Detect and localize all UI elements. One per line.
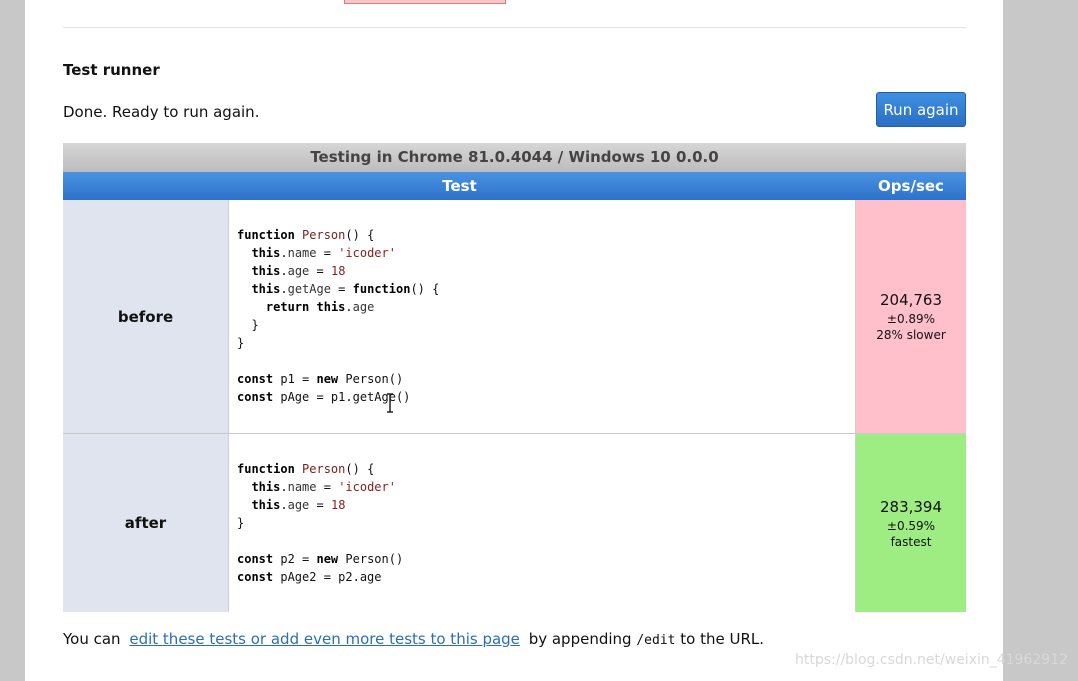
test-row-before: before function Person() { this.name = '…	[63, 200, 966, 433]
environment-header: Testing in Chrome 81.0.4044 / Windows 10…	[63, 143, 966, 172]
footer-suffix: to the URL.	[680, 630, 765, 648]
test-code[interactable]: function Person() { this.name = 'icoder'…	[229, 434, 856, 612]
text-cursor-icon	[387, 393, 393, 413]
test-label: before	[63, 200, 229, 433]
column-header-test: Test	[442, 177, 477, 195]
ops-value: 283,394	[879, 497, 943, 516]
test-label: after	[63, 434, 229, 612]
footer-text: You can edit these tests or add even mor…	[63, 630, 764, 648]
edit-path: /edit	[636, 633, 676, 648]
test-code[interactable]: function Person() { this.name = 'icoder'…	[229, 200, 856, 433]
previous-section-box	[344, 0, 506, 4]
footer-middle: by appending	[528, 630, 632, 648]
footer-prefix: You can	[63, 630, 121, 648]
column-header-ops: Ops/sec	[878, 177, 944, 195]
ops-cell: 204,763 ±0.89% 28% slower	[856, 200, 966, 433]
test-row-after: after function Person() { this.name = 'i…	[63, 434, 966, 612]
test-runner-heading: Test runner	[63, 61, 160, 79]
runner-status: Done. Ready to run again.	[63, 103, 260, 121]
ops-cell: 283,394 ±0.59% fastest	[856, 434, 966, 612]
results-table-header: Test Ops/sec	[63, 172, 966, 200]
watermark: https://blog.csdn.net/weixin_41962912	[794, 652, 1068, 668]
ops-value: 204,763	[879, 291, 943, 309]
ops-note: 28% slower	[876, 328, 946, 342]
divider	[63, 27, 966, 28]
ops-error: ±0.89%	[886, 312, 936, 326]
ops-note: fastest	[890, 534, 932, 549]
ops-error: ±0.59%	[886, 518, 936, 533]
page-content: Test runner Done. Ready to run again. Ru…	[25, 0, 1003, 681]
run-again-button[interactable]: Run again	[876, 92, 966, 127]
edit-tests-link[interactable]: edit these tests or add even more tests …	[129, 630, 520, 648]
